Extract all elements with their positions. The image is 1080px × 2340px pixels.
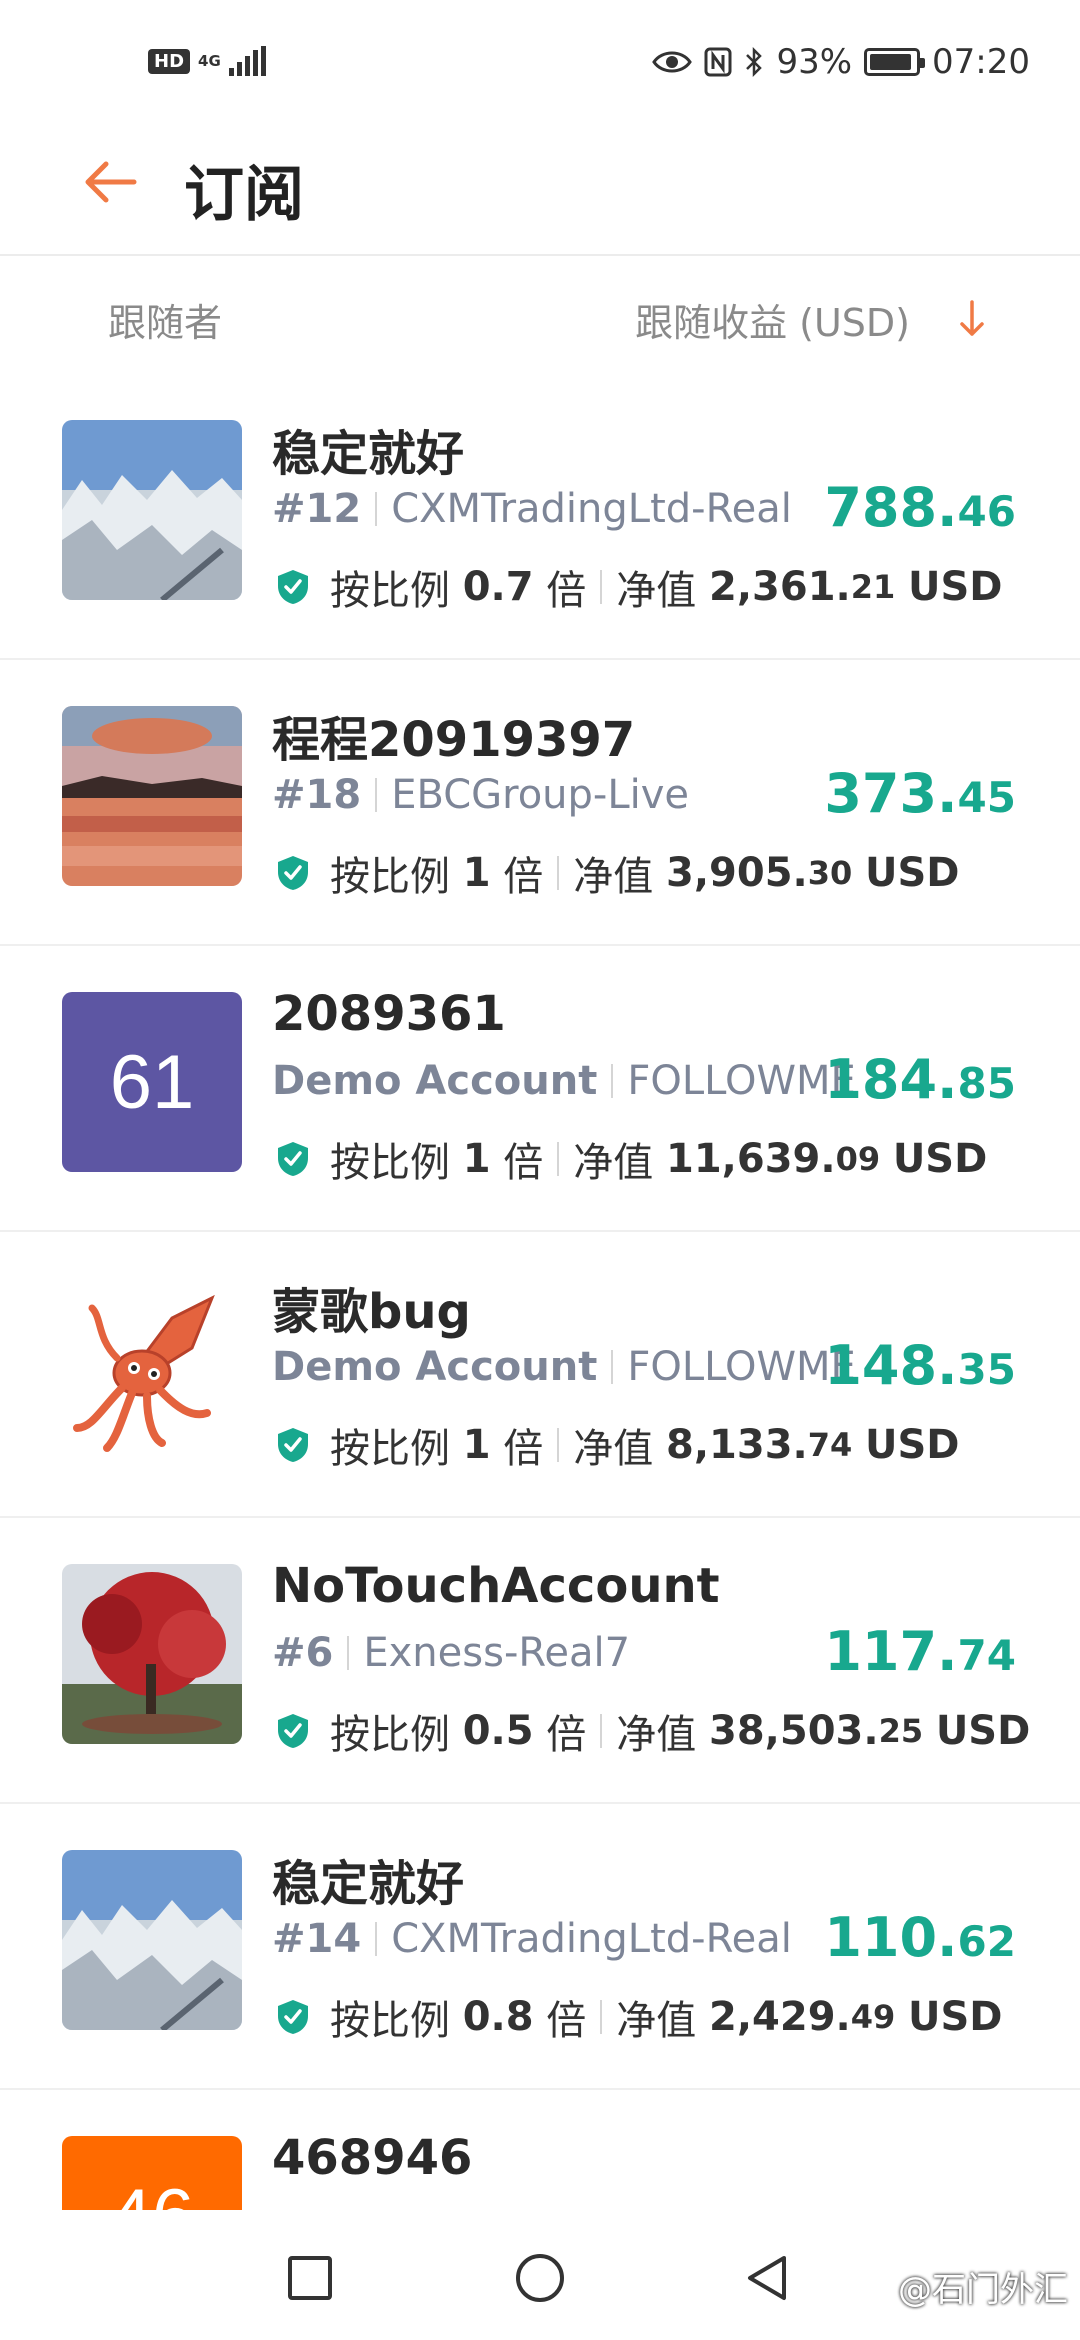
avatar-initials: 46 bbox=[110, 2173, 195, 2210]
server: CXMTradingLtd-Real bbox=[391, 1916, 792, 1962]
server: FOLLOWME bbox=[627, 1058, 856, 1104]
clock: 07:20 bbox=[932, 42, 1030, 82]
subscription-list: 稳定就好 #12 CXMTradingLtd-Real 788.46 按比例 0… bbox=[0, 374, 1080, 2210]
follower-column-label: 跟随者 bbox=[108, 301, 223, 345]
account-type: Demo Account bbox=[272, 1058, 598, 1104]
server: EBCGroup-Live bbox=[391, 772, 690, 818]
profit-column-label[interactable]: 跟随收益 (USD) bbox=[635, 292, 910, 347]
divider bbox=[347, 1636, 350, 1670]
account-type: Demo Account bbox=[272, 1344, 598, 1390]
copy-info: 按比例 0.7 倍 净值 2,361. 21 USD bbox=[272, 558, 1002, 616]
account-meta: Demo Account FOLLOWME bbox=[272, 1058, 856, 1104]
follower-name: NoTouchAccount bbox=[272, 1558, 720, 1614]
list-header: 跟随者 跟随收益 (USD) bbox=[0, 256, 1080, 374]
follower-name: 程程20919397 bbox=[272, 712, 636, 768]
account-meta: #6 Exness-Real7 bbox=[272, 1630, 630, 1676]
shield-check-icon bbox=[278, 570, 308, 604]
list-item[interactable]: 蒙歌bug Demo Account FOLLOWME 148.35 按比例 1… bbox=[0, 1232, 1080, 1518]
nfc-icon bbox=[704, 47, 732, 77]
rank: #12 bbox=[272, 486, 362, 532]
eye-icon bbox=[652, 51, 693, 73]
avatar: 46 bbox=[62, 2136, 242, 2210]
arrow-down-icon[interactable] bbox=[952, 296, 992, 340]
signal-icon bbox=[228, 46, 266, 76]
account-meta: #12 CXMTradingLtd-Real bbox=[272, 486, 792, 532]
copy-info: 按比例 1 倍 净值 3,905. 30 USD bbox=[272, 844, 959, 902]
watermark: @石门外汇 bbox=[898, 2270, 1068, 2310]
app-bar: 订阅 bbox=[0, 108, 1080, 256]
follow-profit: 184.85 bbox=[824, 1048, 1016, 1111]
divider bbox=[375, 492, 378, 526]
list-item[interactable]: NoTouchAccount #6 Exness-Real7 117.74 按比… bbox=[0, 1518, 1080, 1804]
home-icon[interactable] bbox=[512, 2250, 568, 2306]
divider bbox=[375, 778, 378, 812]
follower-name: 蒙歌bug bbox=[272, 1284, 471, 1340]
list-item[interactable]: 61 2089361 Demo Account FOLLOWME 184.85 … bbox=[0, 946, 1080, 1232]
list-item[interactable]: 稳定就好 #12 CXMTradingLtd-Real 788.46 按比例 0… bbox=[0, 374, 1080, 660]
copy-info: 按比例 1 倍 净值 8,133. 74 USD bbox=[272, 1416, 959, 1474]
system-nav-bar: @石门外汇 bbox=[0, 2210, 1080, 2340]
page-title: 订阅 bbox=[184, 160, 304, 230]
avatar: 61 bbox=[62, 992, 242, 1172]
follow-profit: 148.35 bbox=[824, 1334, 1016, 1397]
account-meta: #18 EBCGroup-Live bbox=[272, 772, 689, 818]
list-item[interactable]: 稳定就好 #14 CXMTradingLtd-Real 110.62 按比例 0… bbox=[0, 1804, 1080, 2090]
follower-name: 468946 bbox=[272, 2130, 473, 2186]
network-type: 4G bbox=[198, 52, 221, 70]
rank: #6 bbox=[272, 1630, 334, 1676]
shield-check-icon bbox=[278, 1714, 308, 1748]
status-bar: HD 4G 93% 07:20 bbox=[0, 0, 1080, 108]
recent-apps-icon[interactable] bbox=[282, 2250, 338, 2306]
follower-name: 稳定就好 bbox=[272, 1856, 465, 1912]
status-left: HD 4G bbox=[148, 46, 266, 76]
list-item[interactable]: 46 468946 bbox=[0, 2090, 1080, 2210]
list-item[interactable]: 程程20919397 #18 EBCGroup-Live 373.45 按比例 … bbox=[0, 660, 1080, 946]
follow-profit: 110.62 bbox=[824, 1906, 1016, 1969]
divider bbox=[375, 1922, 378, 1956]
status-right: 93% 07:20 bbox=[652, 42, 1030, 82]
battery-percent: 93% bbox=[776, 42, 853, 82]
copy-info: 按比例 0.5 倍 净值 38,503. 25 USD bbox=[272, 1702, 1030, 1760]
follow-profit: 373.45 bbox=[824, 762, 1016, 825]
avatar bbox=[62, 706, 242, 886]
shield-check-icon bbox=[278, 2000, 308, 2034]
back-icon[interactable] bbox=[740, 2250, 796, 2306]
account-meta: #14 CXMTradingLtd-Real bbox=[272, 1916, 792, 1962]
follow-profit: 788.46 bbox=[824, 476, 1016, 539]
avatar bbox=[62, 1564, 242, 1744]
avatar bbox=[62, 1850, 242, 2030]
divider bbox=[611, 1350, 614, 1384]
battery-icon bbox=[864, 48, 926, 76]
copy-info: 按比例 1 倍 净值 11,639. 09 USD bbox=[272, 1130, 987, 1188]
shield-check-icon bbox=[278, 856, 308, 890]
bluetooth-icon bbox=[746, 46, 763, 78]
avatar-initials: 61 bbox=[109, 1039, 195, 1125]
arrow-left-icon[interactable] bbox=[78, 150, 142, 214]
server: CXMTradingLtd-Real bbox=[391, 486, 792, 532]
account-meta: Demo Account FOLLOWME bbox=[272, 1344, 856, 1390]
avatar bbox=[62, 420, 242, 600]
follower-name: 2089361 bbox=[272, 986, 506, 1042]
hd-badge: HD bbox=[148, 48, 191, 74]
rank: #14 bbox=[272, 1916, 362, 1962]
follower-name: 稳定就好 bbox=[272, 426, 465, 482]
avatar bbox=[62, 1278, 242, 1458]
shield-check-icon bbox=[278, 1428, 308, 1462]
server: FOLLOWME bbox=[627, 1344, 856, 1390]
copy-info: 按比例 0.8 倍 净值 2,429. 49 USD bbox=[272, 1988, 1002, 2046]
divider bbox=[611, 1064, 614, 1098]
server: Exness-Real7 bbox=[363, 1630, 631, 1676]
follow-profit: 117.74 bbox=[824, 1620, 1016, 1683]
shield-check-icon bbox=[278, 1142, 308, 1176]
rank: #18 bbox=[272, 772, 362, 818]
